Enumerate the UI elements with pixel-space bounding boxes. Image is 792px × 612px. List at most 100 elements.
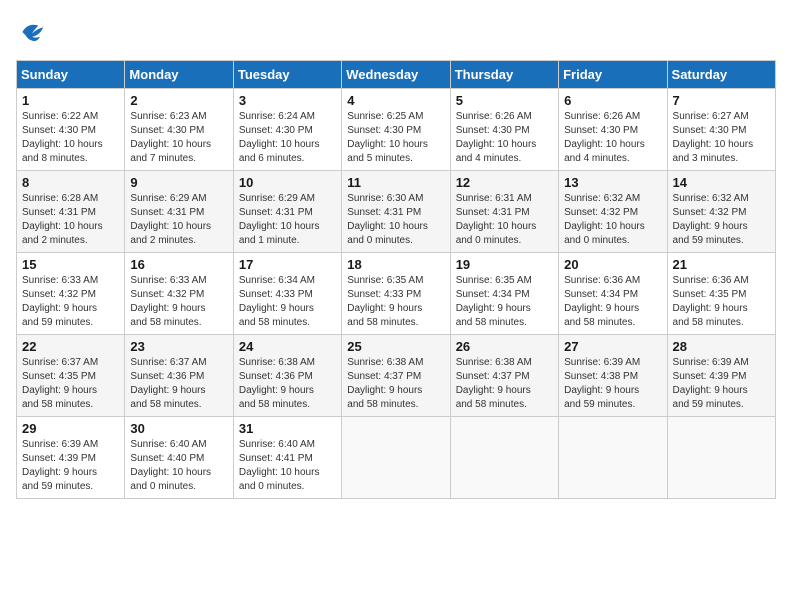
day-number: 25 (347, 339, 444, 354)
day-info: Sunrise: 6:22 AM Sunset: 4:30 PM Dayligh… (22, 110, 119, 166)
day-info: Sunrise: 6:33 AM Sunset: 4:32 PM Dayligh… (130, 274, 227, 330)
calendar-cell: 27 Sunrise: 6:39 AM Sunset: 4:38 PM Dayli… (559, 335, 667, 417)
calendar-cell: 23 Sunrise: 6:37 AM Sunset: 4:36 PM Dayli… (125, 335, 233, 417)
calendar-week-row: 15Sunrise: 6:33 AM Sunset: 4:32 PM Dayli… (17, 253, 776, 335)
day-number: 28 (673, 339, 770, 354)
day-number: 8 (22, 175, 119, 190)
day-number: 23 (130, 339, 227, 354)
calendar-cell: 28 Sunrise: 6:39 AM Sunset: 4:39 PM Dayli… (667, 335, 775, 417)
logo (16, 16, 52, 48)
calendar-cell: 24 Sunrise: 6:38 AM Sunset: 4:36 PM Dayli… (233, 335, 341, 417)
day-info: Sunrise: 6:23 AM Sunset: 4:30 PM Dayligh… (130, 110, 227, 166)
weekday-header-tuesday: Tuesday (233, 61, 341, 89)
calendar-cell: 10 Sunrise: 6:29 AM Sunset: 4:31 PM Dayli… (233, 171, 341, 253)
day-info: Sunrise: 6:40 AM Sunset: 4:40 PM Dayligh… (130, 438, 227, 494)
calendar-cell: 29Sunrise: 6:39 AM Sunset: 4:39 PM Dayli… (17, 417, 125, 499)
day-info: Sunrise: 6:27 AM Sunset: 4:30 PM Dayligh… (673, 110, 770, 166)
day-number: 12 (456, 175, 553, 190)
calendar-cell: 25 Sunrise: 6:38 AM Sunset: 4:37 PM Dayli… (342, 335, 450, 417)
day-info: Sunrise: 6:26 AM Sunset: 4:30 PM Dayligh… (456, 110, 553, 166)
day-number: 18 (347, 257, 444, 272)
day-info: Sunrise: 6:36 AM Sunset: 4:35 PM Dayligh… (673, 274, 770, 330)
day-number: 13 (564, 175, 661, 190)
day-info: Sunrise: 6:33 AM Sunset: 4:32 PM Dayligh… (22, 274, 119, 330)
day-info: Sunrise: 6:39 AM Sunset: 4:39 PM Dayligh… (22, 438, 119, 494)
day-number: 16 (130, 257, 227, 272)
day-number: 7 (673, 93, 770, 108)
day-number: 31 (239, 421, 336, 436)
calendar-cell: 8Sunrise: 6:28 AM Sunset: 4:31 PM Daylig… (17, 171, 125, 253)
calendar-cell: 31 Sunrise: 6:40 AM Sunset: 4:41 PM Dayli… (233, 417, 341, 499)
day-info: Sunrise: 6:26 AM Sunset: 4:30 PM Dayligh… (564, 110, 661, 166)
calendar-week-row: 8Sunrise: 6:28 AM Sunset: 4:31 PM Daylig… (17, 171, 776, 253)
logo-icon (16, 16, 48, 48)
day-info: Sunrise: 6:25 AM Sunset: 4:30 PM Dayligh… (347, 110, 444, 166)
calendar-cell: 18 Sunrise: 6:35 AM Sunset: 4:33 PM Dayli… (342, 253, 450, 335)
weekday-header-friday: Friday (559, 61, 667, 89)
calendar-cell: 16 Sunrise: 6:33 AM Sunset: 4:32 PM Dayli… (125, 253, 233, 335)
day-info: Sunrise: 6:38 AM Sunset: 4:37 PM Dayligh… (456, 356, 553, 412)
day-info: Sunrise: 6:29 AM Sunset: 4:31 PM Dayligh… (130, 192, 227, 248)
day-info: Sunrise: 6:32 AM Sunset: 4:32 PM Dayligh… (673, 192, 770, 248)
day-info: Sunrise: 6:34 AM Sunset: 4:33 PM Dayligh… (239, 274, 336, 330)
calendar-cell: 6 Sunrise: 6:26 AM Sunset: 4:30 PM Daylig… (559, 89, 667, 171)
day-info: Sunrise: 6:36 AM Sunset: 4:34 PM Dayligh… (564, 274, 661, 330)
calendar-cell: 1 Sunrise: 6:22 AM Sunset: 4:30 PM Daylig… (17, 89, 125, 171)
calendar-week-row: 22 Sunrise: 6:37 AM Sunset: 4:35 PM Dayli… (17, 335, 776, 417)
calendar-cell (450, 417, 558, 499)
day-info: Sunrise: 6:39 AM Sunset: 4:38 PM Dayligh… (564, 356, 661, 412)
calendar-cell: 20 Sunrise: 6:36 AM Sunset: 4:34 PM Dayli… (559, 253, 667, 335)
weekday-header-sunday: Sunday (17, 61, 125, 89)
day-info: Sunrise: 6:29 AM Sunset: 4:31 PM Dayligh… (239, 192, 336, 248)
calendar-cell: 26 Sunrise: 6:38 AM Sunset: 4:37 PM Dayli… (450, 335, 558, 417)
calendar-cell: 14 Sunrise: 6:32 AM Sunset: 4:32 PM Dayli… (667, 171, 775, 253)
calendar-cell: 4Sunrise: 6:25 AM Sunset: 4:30 PM Daylig… (342, 89, 450, 171)
day-number: 21 (673, 257, 770, 272)
calendar-cell: 7 Sunrise: 6:27 AM Sunset: 4:30 PM Daylig… (667, 89, 775, 171)
day-number: 22 (22, 339, 119, 354)
day-info: Sunrise: 6:35 AM Sunset: 4:33 PM Dayligh… (347, 274, 444, 330)
day-number: 5 (456, 93, 553, 108)
day-number: 24 (239, 339, 336, 354)
day-info: Sunrise: 6:37 AM Sunset: 4:35 PM Dayligh… (22, 356, 119, 412)
day-info: Sunrise: 6:37 AM Sunset: 4:36 PM Dayligh… (130, 356, 227, 412)
day-number: 17 (239, 257, 336, 272)
calendar-cell: 9 Sunrise: 6:29 AM Sunset: 4:31 PM Daylig… (125, 171, 233, 253)
day-number: 26 (456, 339, 553, 354)
day-number: 14 (673, 175, 770, 190)
calendar-cell: 21 Sunrise: 6:36 AM Sunset: 4:35 PM Dayli… (667, 253, 775, 335)
day-info: Sunrise: 6:38 AM Sunset: 4:36 PM Dayligh… (239, 356, 336, 412)
day-number: 1 (22, 93, 119, 108)
calendar-cell: 3 Sunrise: 6:24 AM Sunset: 4:30 PM Daylig… (233, 89, 341, 171)
day-info: Sunrise: 6:38 AM Sunset: 4:37 PM Dayligh… (347, 356, 444, 412)
day-number: 20 (564, 257, 661, 272)
calendar-cell (667, 417, 775, 499)
day-number: 11 (347, 175, 444, 190)
day-info: Sunrise: 6:39 AM Sunset: 4:39 PM Dayligh… (673, 356, 770, 412)
calendar-cell: 30Sunrise: 6:40 AM Sunset: 4:40 PM Dayli… (125, 417, 233, 499)
day-number: 3 (239, 93, 336, 108)
calendar-cell: 22 Sunrise: 6:37 AM Sunset: 4:35 PM Dayli… (17, 335, 125, 417)
calendar-week-row: 29Sunrise: 6:39 AM Sunset: 4:39 PM Dayli… (17, 417, 776, 499)
weekday-header-monday: Monday (125, 61, 233, 89)
calendar-cell: 19Sunrise: 6:35 AM Sunset: 4:34 PM Dayli… (450, 253, 558, 335)
day-info: Sunrise: 6:40 AM Sunset: 4:41 PM Dayligh… (239, 438, 336, 494)
calendar-cell: 11Sunrise: 6:30 AM Sunset: 4:31 PM Dayli… (342, 171, 450, 253)
calendar-cell: 13Sunrise: 6:32 AM Sunset: 4:32 PM Dayli… (559, 171, 667, 253)
day-number: 9 (130, 175, 227, 190)
calendar-cell: 2 Sunrise: 6:23 AM Sunset: 4:30 PM Daylig… (125, 89, 233, 171)
day-info: Sunrise: 6:24 AM Sunset: 4:30 PM Dayligh… (239, 110, 336, 166)
weekday-header-wednesday: Wednesday (342, 61, 450, 89)
day-number: 10 (239, 175, 336, 190)
calendar-cell: 15Sunrise: 6:33 AM Sunset: 4:32 PM Dayli… (17, 253, 125, 335)
weekday-header-saturday: Saturday (667, 61, 775, 89)
calendar-week-row: 1 Sunrise: 6:22 AM Sunset: 4:30 PM Daylig… (17, 89, 776, 171)
calendar-cell (559, 417, 667, 499)
day-number: 6 (564, 93, 661, 108)
calendar-cell: 5 Sunrise: 6:26 AM Sunset: 4:30 PM Daylig… (450, 89, 558, 171)
calendar-cell (342, 417, 450, 499)
page-header (16, 16, 776, 48)
day-info: Sunrise: 6:35 AM Sunset: 4:34 PM Dayligh… (456, 274, 553, 330)
day-number: 27 (564, 339, 661, 354)
day-number: 2 (130, 93, 227, 108)
